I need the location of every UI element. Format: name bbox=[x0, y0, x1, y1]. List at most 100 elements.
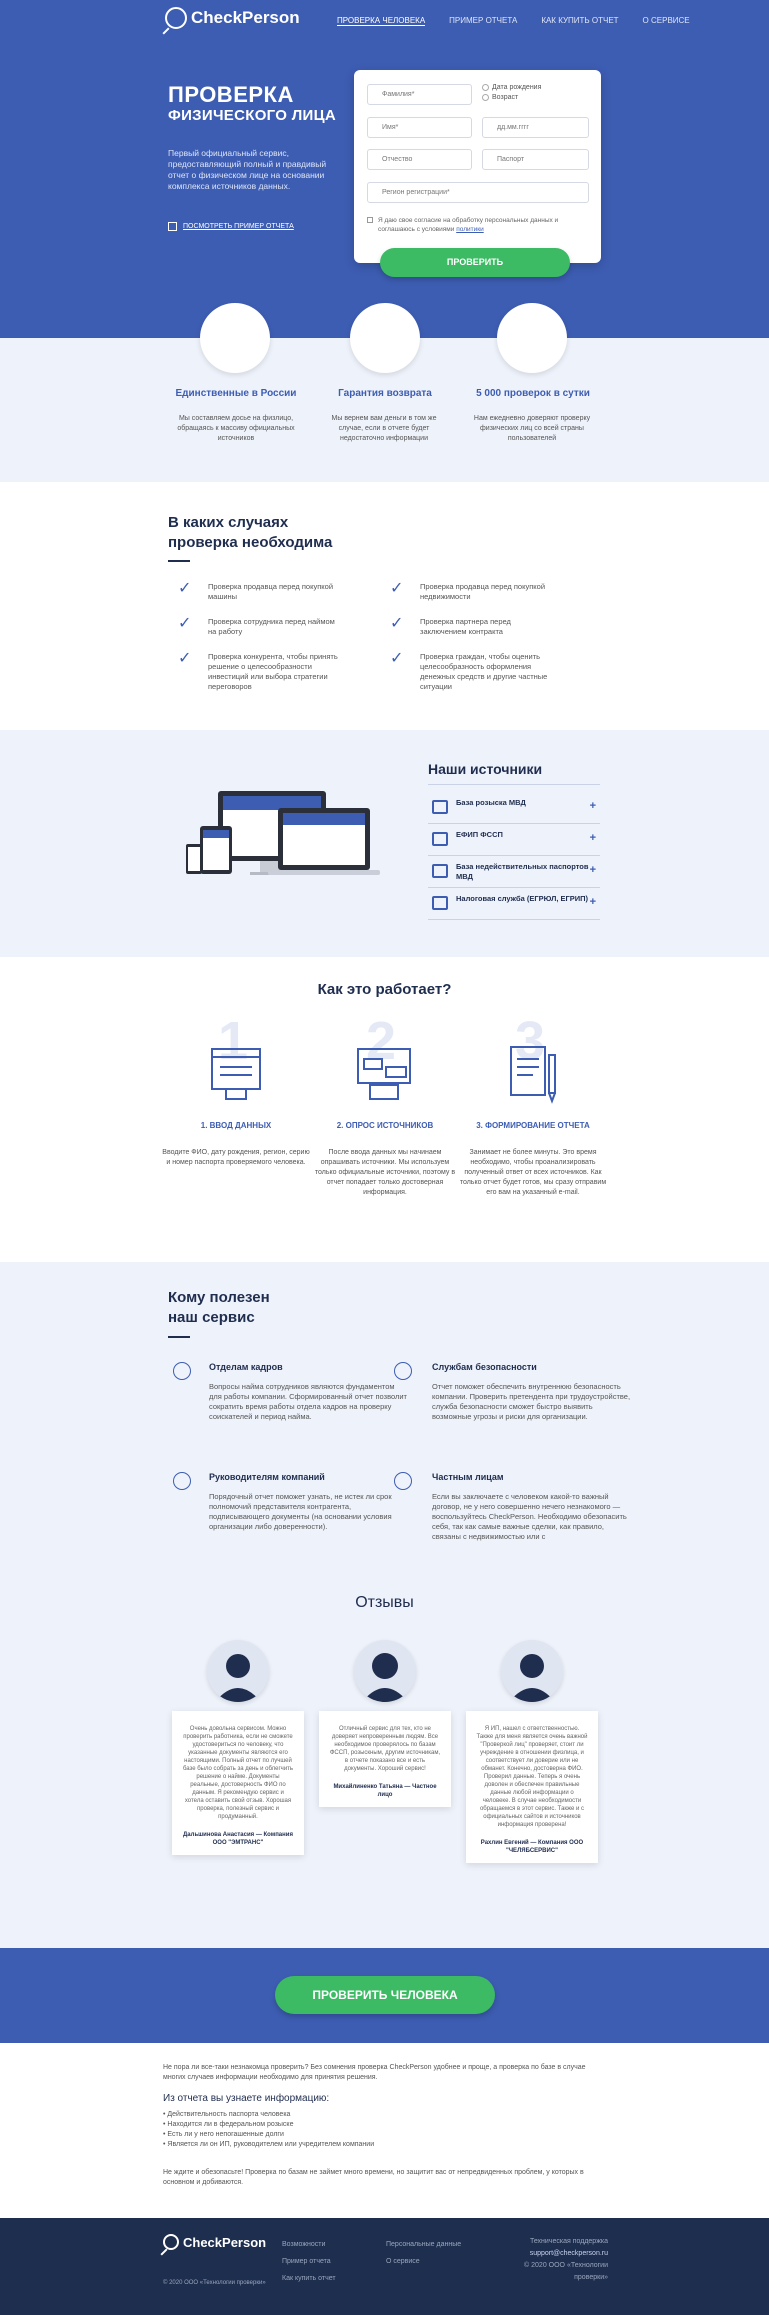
main-nav: ПРОВЕРКА ЧЕЛОВЕКА ПРИМЕР ОТЧЕТА КАК КУПИ… bbox=[337, 16, 690, 26]
magnifier-logo-icon bbox=[165, 7, 187, 29]
feature-2-desc: Мы вернем вам деньги в том же случае, ес… bbox=[331, 415, 437, 442]
feature-3-title: 5 000 проверок в сутки bbox=[476, 388, 590, 399]
sources-heading: Наши источники bbox=[428, 761, 543, 777]
feature-2-title: Гарантия возврата bbox=[338, 388, 432, 399]
hr-people-icon bbox=[173, 1362, 191, 1380]
review-card: Очень довольна сервисом. Можно проверить… bbox=[172, 1711, 304, 1855]
manager-icon bbox=[173, 1472, 191, 1490]
policy-link[interactable]: политики bbox=[456, 226, 484, 233]
nav-about[interactable]: О СЕРВИСЕ bbox=[643, 16, 690, 26]
source-item[interactable]: База недействительных паспортов МВД + bbox=[428, 856, 600, 888]
patronymic-input[interactable]: Отчество bbox=[367, 149, 472, 170]
footer-link[interactable]: Пример отчета bbox=[282, 2253, 336, 2270]
sample-report-link[interactable]: ПОСМОТРЕТЬ ПРИМЕР ОТЧЕТА bbox=[168, 222, 294, 231]
consent-checkbox[interactable]: Я даю свое согласие на обработку персона… bbox=[367, 216, 592, 234]
info-paragraph: Не пора ли все-таки незнакомца проверить… bbox=[163, 2064, 586, 2081]
review-author: Рахлин Евгений — Компания ООО "ЧЕЛЯБСЕРВ… bbox=[480, 1840, 584, 1854]
radio-birth-date[interactable]: Дата рождения bbox=[482, 84, 541, 91]
source-icon bbox=[432, 864, 448, 878]
radio-icon bbox=[482, 84, 489, 91]
sources-divider bbox=[428, 784, 600, 785]
report-document-icon bbox=[510, 1046, 556, 1104]
passport-input[interactable]: Паспорт bbox=[482, 149, 589, 170]
footer-link[interactable]: Персональные данные bbox=[386, 2236, 461, 2253]
footer-col-1: Возможности Пример отчета Как купить отч… bbox=[282, 2236, 336, 2287]
footer-logo[interactable]: CheckPerson bbox=[163, 2234, 266, 2250]
footer-col-3: Техническая поддержка support@checkperso… bbox=[510, 2236, 608, 2284]
check-icon: ✓ bbox=[178, 650, 192, 667]
plus-icon[interactable]: + bbox=[590, 865, 596, 876]
info-bullet: • Действительность паспорта человека bbox=[163, 2111, 291, 2118]
birth-date-input[interactable]: дд.мм.гггг bbox=[482, 117, 589, 138]
footer-link[interactable]: Как купить отчет bbox=[282, 2270, 336, 2287]
footer-email-link[interactable]: support@checkperson.ru bbox=[510, 2248, 608, 2260]
source-item[interactable]: ЕФИП ФССП + bbox=[428, 824, 600, 856]
source-item[interactable]: База розыска МВД + bbox=[428, 792, 600, 824]
sources-chat-icon bbox=[357, 1048, 411, 1100]
check-icon: ✓ bbox=[390, 580, 404, 597]
who-title: Частным лицам bbox=[432, 1472, 504, 1482]
step-1-title: 1. ВВОД ДАННЫХ bbox=[200, 1121, 272, 1130]
submit-check-button[interactable]: ПРОВЕРИТЬ bbox=[380, 248, 570, 277]
footer-link[interactable]: О сервисе bbox=[386, 2253, 461, 2270]
case-item: ✓ Проверка продавца перед покупкой машины bbox=[178, 580, 334, 602]
step-3-desc: Занимает не более минуты. Это время необ… bbox=[459, 1149, 607, 1196]
who-title: Отделам кадров bbox=[209, 1362, 283, 1372]
reviewer-avatar bbox=[501, 1640, 563, 1702]
who-desc: Вопросы найма сотрудников являются фунда… bbox=[209, 1382, 407, 1421]
step-3-title: 3. ФОРМИРОВАНИЕ ОТЧЕТА bbox=[476, 1121, 590, 1130]
radio-age[interactable]: Возраст bbox=[482, 94, 518, 101]
info-heading: Из отчета вы узнаете информацию: bbox=[163, 2093, 330, 2104]
plus-icon[interactable]: + bbox=[590, 833, 596, 844]
reviewer-avatar bbox=[354, 1640, 416, 1702]
review-card: Отличный сервис для тех, кто не доверяет… bbox=[319, 1711, 451, 1807]
logo[interactable]: CheckPerson bbox=[165, 7, 300, 29]
step-1-desc: Вводите ФИО, дату рождения, регион, сери… bbox=[162, 1149, 310, 1166]
hero-subtitle: ФИЗИЧЕСКОГО ЛИЦА bbox=[168, 107, 336, 124]
private-person-icon bbox=[394, 1472, 412, 1490]
info-bullet: • Является ли он ИП, руководителем или у… bbox=[163, 2141, 375, 2148]
reviews-heading: Отзывы bbox=[355, 1594, 414, 1611]
source-item[interactable]: Налоговая служба (ЕГРЮЛ, ЕГРИП) + bbox=[428, 888, 600, 920]
how-heading: Как это работает? bbox=[317, 981, 452, 998]
footer-copy: © 2020 ООО «Технологии проверки» bbox=[524, 2262, 608, 2281]
review-text: Я ИП, нашел с ответственностью. Также дл… bbox=[476, 1726, 588, 1828]
who-title: Руководителям компаний bbox=[209, 1472, 325, 1482]
info-bullet: • Есть ли у него непогашенные долги bbox=[163, 2131, 284, 2138]
check-form: Фамилия* Имя* Отчество Регион регистраци… bbox=[354, 70, 601, 263]
footer-support-label: Техническая поддержка bbox=[529, 2238, 608, 2245]
footer-link[interactable]: Возможности bbox=[282, 2236, 336, 2253]
review-author: Михайлиненко Татьяна — Частное лицо bbox=[333, 1784, 437, 1798]
who-desc: Порядочный отчет поможет узнать, не исте… bbox=[209, 1492, 392, 1531]
feature-3-desc: Нам ежедневно доверяют проверку физическ… bbox=[473, 415, 591, 442]
reviewer-avatar bbox=[207, 1640, 269, 1702]
feature-2-image bbox=[350, 303, 420, 373]
footer-copyright: © 2020 ООО «Технологии проверки» bbox=[163, 2280, 266, 2286]
who-title: Службам безопасности bbox=[432, 1362, 537, 1372]
check-person-cta-button[interactable]: ПРОВЕРИТЬ ЧЕЛОВЕКА bbox=[275, 1976, 495, 2014]
case-item: ✓ Проверка конкурента, чтобы принять реше… bbox=[178, 650, 338, 692]
case-item: ✓ Проверка продавца перед покупкой недвиж… bbox=[390, 580, 546, 602]
review-text: Очень довольна сервисом. Можно проверить… bbox=[182, 1726, 294, 1820]
plus-icon[interactable]: + bbox=[590, 801, 596, 812]
radio-icon bbox=[482, 94, 489, 101]
heading-divider bbox=[168, 560, 190, 562]
document-icon bbox=[168, 222, 177, 231]
case-item: ✓ Проверка партнера перед заключением кон… bbox=[390, 615, 511, 637]
check-icon: ✓ bbox=[390, 650, 404, 667]
review-text: Отличный сервис для тех, кто не доверяет… bbox=[329, 1726, 441, 1772]
who-heading-1: Кому полезен bbox=[168, 1289, 270, 1306]
surname-input[interactable]: Фамилия* bbox=[367, 84, 472, 105]
step-2-desc: После ввода данных мы начинаем опрашиват… bbox=[314, 1149, 456, 1196]
nav-sample-report[interactable]: ПРИМЕР ОТЧЕТА bbox=[449, 16, 517, 26]
nav-how-to-buy[interactable]: КАК КУПИТЬ ОТЧЕТ bbox=[541, 16, 618, 26]
region-input[interactable]: Регион регистрации* bbox=[367, 182, 589, 203]
name-input[interactable]: Имя* bbox=[367, 117, 472, 138]
plus-icon[interactable]: + bbox=[590, 897, 596, 908]
check-icon: ✓ bbox=[178, 580, 192, 597]
nav-check-person[interactable]: ПРОВЕРКА ЧЕЛОВЕКА bbox=[337, 16, 426, 26]
check-icon: ✓ bbox=[390, 615, 404, 632]
check-icon: ✓ bbox=[178, 615, 192, 632]
footer-col-2: Персональные данные О сервисе bbox=[386, 2236, 461, 2270]
hero-title: ПРОВЕРКА bbox=[168, 82, 294, 107]
